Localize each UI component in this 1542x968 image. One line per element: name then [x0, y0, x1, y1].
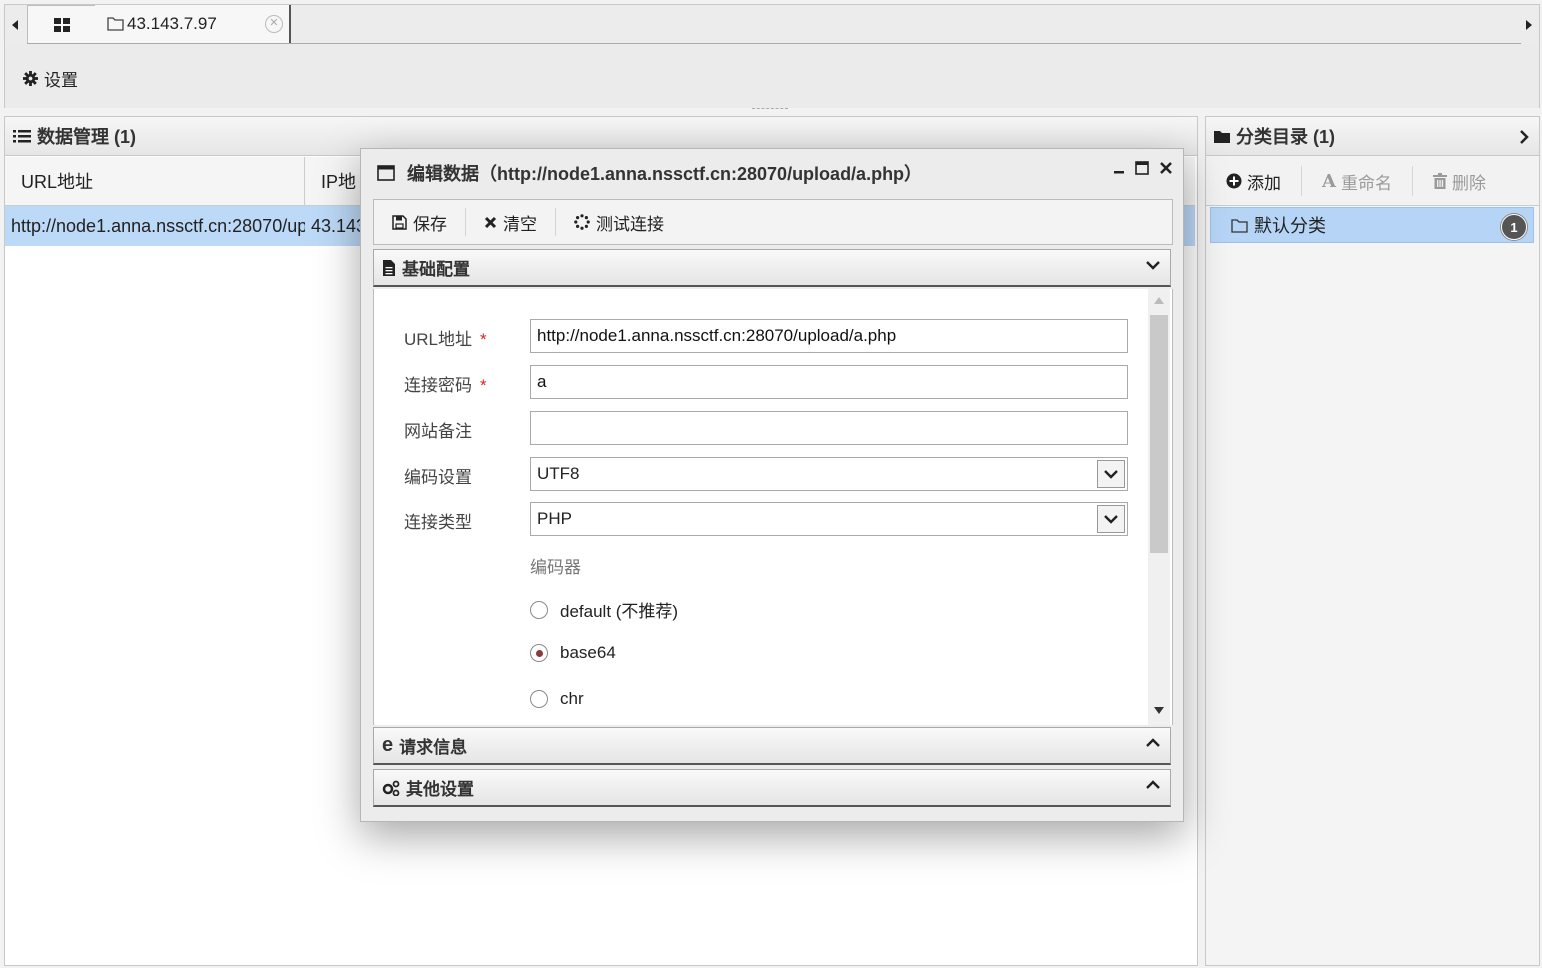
chevron-down-icon[interactable] — [1097, 505, 1125, 533]
section-basic-title: 基础配置 — [402, 260, 470, 279]
section-basic-config[interactable]: 基础配置 — [373, 249, 1171, 287]
settings-toolbar: 设置 — [4, 44, 1540, 108]
note-input[interactable] — [530, 411, 1128, 445]
chevron-right-icon[interactable] — [1520, 130, 1529, 144]
ie-icon: e — [382, 734, 394, 756]
folder-icon — [107, 17, 124, 31]
gear-icon — [23, 71, 38, 86]
test-connection-label: 测试连接 — [596, 214, 664, 234]
url-label: URL地址 * — [404, 330, 487, 349]
category-toolbar: 添加 A 重命名 删除 — [1206, 157, 1539, 206]
encoder-option-label: base64 — [560, 643, 616, 662]
encoding-label: 编码设置 — [404, 468, 472, 487]
plus-circle-icon — [1226, 173, 1242, 189]
password-label: 连接密码 * — [404, 376, 487, 395]
section-request-info[interactable]: e 请求信息 — [373, 727, 1171, 765]
window-icon — [377, 165, 395, 181]
category-item-label: 默认分类 — [1254, 216, 1326, 236]
delete-category-button[interactable]: 删除 — [1413, 166, 1506, 196]
scroll-down-icon[interactable] — [1154, 707, 1164, 714]
encoding-value: UTF8 — [537, 464, 580, 483]
add-category-label: 添加 — [1247, 173, 1281, 193]
category-panel: 分类目录 (1) 添加 A 重命名 删除 默认分类 1 — [1205, 116, 1540, 966]
x-icon — [484, 216, 497, 228]
category-panel-title: 分类目录 (1) — [1236, 127, 1335, 147]
test-connection-button[interactable]: 测试连接 — [556, 208, 682, 236]
radio-button[interactable] — [530, 690, 548, 708]
tab-host-label: 43.143.7.97 — [127, 14, 217, 33]
save-label: 保存 — [413, 214, 447, 234]
scrollbar-thumb[interactable] — [1150, 315, 1168, 553]
dialog-titlebar[interactable]: 编辑数据（http://node1.anna.nssctf.cn:28070/u… — [361, 149, 1183, 197]
tab-scroll-left-button[interactable] — [5, 5, 25, 45]
chevron-up-icon — [1146, 738, 1160, 747]
password-input[interactable]: a — [530, 365, 1128, 399]
save-icon — [392, 214, 407, 230]
list-icon — [13, 130, 31, 143]
add-category-button[interactable]: 添加 — [1206, 166, 1302, 196]
connection-type-value: PHP — [537, 509, 572, 528]
category-item[interactable]: 默认分类 1 — [1210, 207, 1534, 243]
triangle-left-icon — [12, 20, 18, 30]
section-other-title: 其他设置 — [406, 780, 474, 799]
folder-icon — [1214, 130, 1230, 143]
clear-label: 清空 — [503, 214, 537, 234]
font-icon: A — [1322, 170, 1336, 192]
cell-url: http://node1.anna.nssctf.cn:28070/upload… — [11, 215, 305, 236]
grid-icon — [54, 18, 70, 32]
tab-scroll-right-button[interactable] — [1519, 5, 1539, 45]
folder-icon — [1231, 218, 1248, 233]
radio-button[interactable] — [530, 600, 548, 619]
encoder-option-label: default (不推荐) — [560, 602, 679, 621]
chevron-down-icon[interactable] — [1097, 460, 1125, 488]
delete-category-label: 删除 — [1451, 173, 1486, 193]
form-scrollbar[interactable] — [1148, 289, 1170, 725]
clear-button[interactable]: 清空 — [466, 208, 556, 236]
url-input[interactable]: http://node1.anna.nssctf.cn:28070/upload… — [530, 319, 1128, 353]
connection-type-select[interactable]: PHP — [530, 502, 1128, 536]
edit-data-dialog: 编辑数据（http://node1.anna.nssctf.cn:28070/u… — [360, 148, 1184, 822]
tab-host[interactable]: 43.143.7.97 ✕ — [95, 5, 291, 43]
connection-type-label: 连接类型 — [404, 513, 472, 532]
chevron-down-icon — [1146, 261, 1160, 270]
category-panel-header: 分类目录 (1) — [1206, 117, 1539, 156]
maximize-icon[interactable] — [1135, 161, 1149, 175]
window-controls — [1113, 161, 1173, 175]
dialog-toolbar: 保存 清空 测试连接 — [373, 199, 1173, 245]
encoder-option-label: chr — [560, 689, 584, 708]
triangle-right-icon — [1526, 20, 1532, 30]
settings-label: 设置 — [44, 71, 78, 90]
tab-close-icon[interactable]: ✕ — [265, 15, 283, 33]
radio-button-selected[interactable] — [530, 644, 548, 662]
encoder-label: 编码器 — [530, 558, 581, 577]
splitter-handle[interactable] — [752, 108, 788, 112]
rename-category-label: 重命名 — [1340, 173, 1392, 193]
chevron-up-icon — [1146, 780, 1160, 789]
spinner-icon — [574, 214, 590, 230]
section-other-settings[interactable]: 其他设置 — [373, 769, 1171, 807]
note-label: 网站备注 — [404, 422, 472, 441]
save-button[interactable]: 保存 — [374, 208, 466, 236]
trash-icon — [1432, 173, 1447, 189]
encoder-option-chr[interactable]: chr — [530, 689, 584, 709]
dialog-title: 编辑数据（http://node1.anna.nssctf.cn:28070/u… — [407, 164, 923, 184]
basic-config-form: URL地址 * http://node1.anna.nssctf.cn:28070… — [373, 289, 1173, 725]
cogs-icon — [382, 780, 400, 796]
scroll-up-icon[interactable] — [1154, 297, 1164, 304]
minimize-icon[interactable] — [1113, 161, 1125, 175]
count-badge: 1 — [1501, 214, 1527, 240]
encoder-option-base64[interactable]: base64 — [530, 643, 616, 663]
encoding-select[interactable]: UTF8 — [530, 457, 1128, 491]
encoder-option-default[interactable]: default (不推荐) — [530, 597, 678, 622]
document-icon — [383, 259, 395, 276]
column-header-url[interactable]: URL地址 — [5, 157, 305, 205]
tab-home[interactable] — [27, 5, 97, 44]
tab-bar: 43.143.7.97 ✕ — [4, 4, 1540, 45]
close-icon[interactable] — [1159, 161, 1173, 175]
rename-category-button[interactable]: A 重命名 — [1302, 166, 1413, 196]
section-request-title: 请求信息 — [399, 738, 468, 757]
settings-button[interactable]: 设置 — [23, 66, 78, 91]
data-panel-title: 数据管理 (1) — [37, 127, 136, 147]
